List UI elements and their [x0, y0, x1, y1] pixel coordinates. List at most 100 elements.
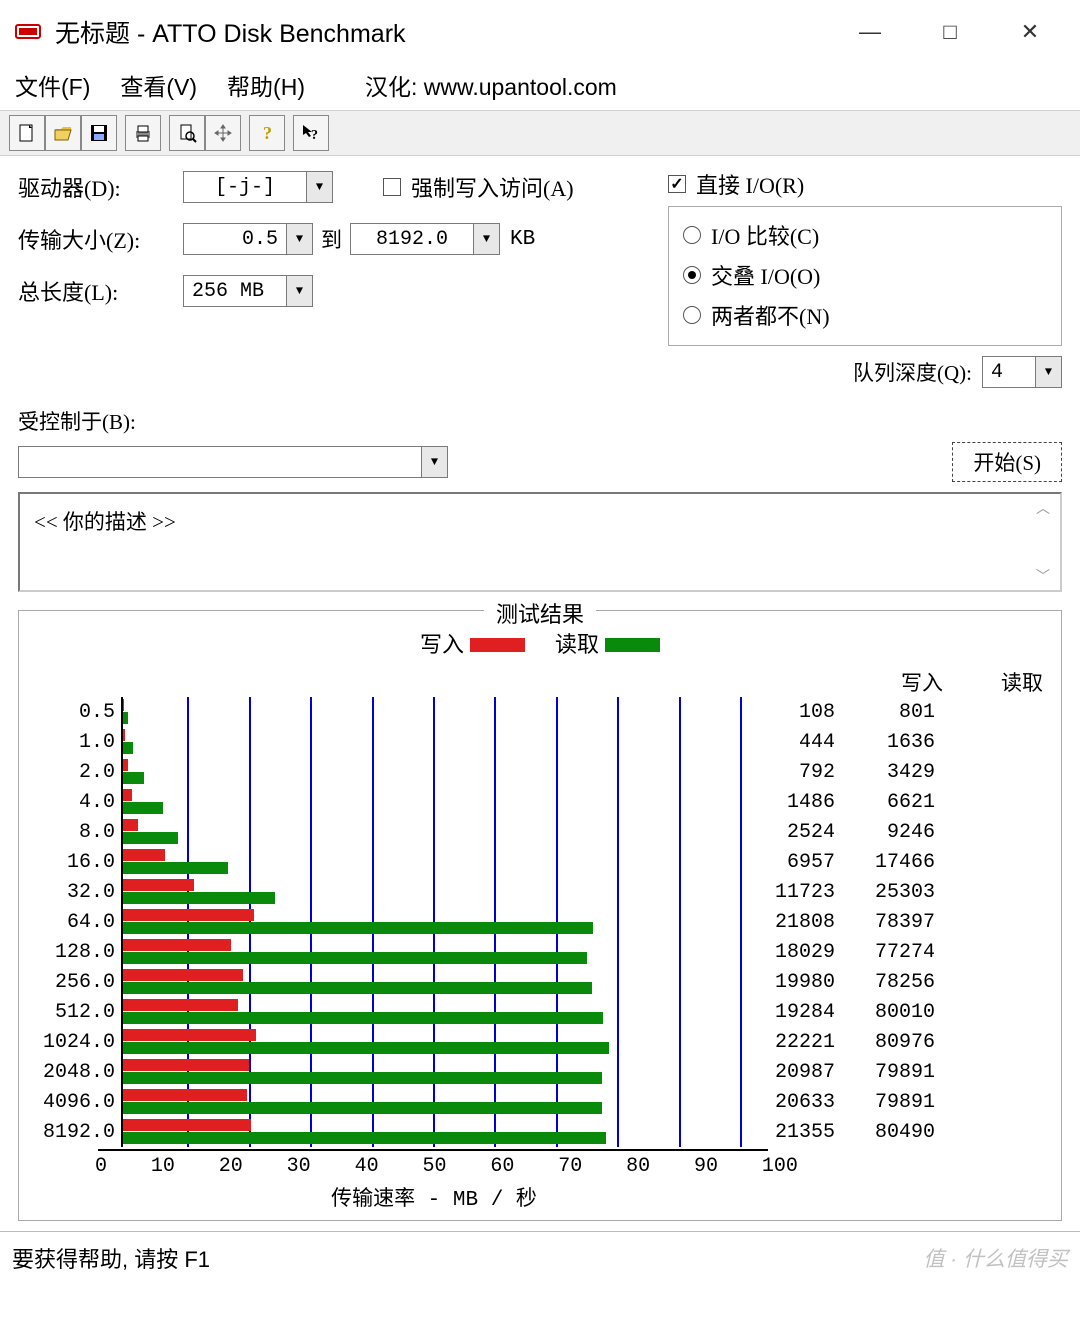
write-bar: [123, 699, 124, 711]
chart-row: 4.0 14866621: [29, 787, 1051, 817]
save-button[interactable]: [81, 115, 117, 151]
close-button[interactable]: ✕: [1015, 17, 1045, 47]
drive-label: 驱动器(D):: [18, 171, 183, 203]
write-bar: [123, 759, 128, 771]
bar-cell: [121, 967, 735, 997]
maximize-button[interactable]: □: [935, 17, 965, 47]
write-bar: [123, 729, 125, 741]
new-button[interactable]: [9, 115, 45, 151]
write-value: 792: [735, 761, 835, 784]
direct-io-checkbox[interactable]: ✓直接 I/O(R): [668, 168, 804, 200]
write-value: 21355: [735, 1121, 835, 1144]
x-tick: 10: [151, 1155, 175, 1178]
x-tick: 40: [355, 1155, 379, 1178]
read-value: 1636: [835, 731, 935, 754]
description-input[interactable]: << 你的描述 >> ︿﹀: [18, 492, 1062, 592]
bar-cell: [121, 1117, 735, 1147]
bar-cell: [121, 1027, 735, 1057]
write-bar: [123, 789, 132, 801]
read-bar: [123, 1102, 602, 1114]
context-help-button[interactable]: ?: [293, 115, 329, 151]
force-write-checkbox[interactable]: 强制写入访问(A): [383, 171, 574, 203]
chart-row: 32.01172325303: [29, 877, 1051, 907]
write-bar: [123, 909, 254, 921]
print-button[interactable]: [125, 115, 161, 151]
chart-row: 8.025249246: [29, 817, 1051, 847]
minimize-button[interactable]: ―: [855, 17, 885, 47]
read-value: 6621: [835, 791, 935, 814]
open-button[interactable]: [45, 115, 81, 151]
overlapped-io-radio[interactable]: 交叠 I/O(O): [683, 259, 820, 291]
read-bar: [123, 982, 592, 994]
read-bar: [123, 712, 128, 724]
menubar: 文件(F) 查看(V) 帮助(H) 汉化: www.upantool.com: [0, 60, 1080, 110]
bar-cell: [121, 877, 735, 907]
neither-radio[interactable]: 两者都不(N): [683, 299, 830, 331]
x-tick: 80: [626, 1155, 650, 1178]
read-value: 801: [835, 701, 935, 724]
io-mode-group: I/O 比较(C) 交叠 I/O(O) 两者都不(N): [668, 206, 1062, 346]
length-select[interactable]: 256 MB▼: [183, 275, 313, 307]
scroll-arrows[interactable]: ︿﹀: [1036, 498, 1056, 586]
read-value: 80010: [835, 1001, 935, 1024]
row-size: 4.0: [29, 791, 121, 814]
read-bar: [123, 832, 178, 844]
preview-button[interactable]: [169, 115, 205, 151]
transfer-size-label: 传输大小(Z):: [18, 223, 183, 255]
x-tick: 60: [490, 1155, 514, 1178]
chart-row: 256.01998078256: [29, 967, 1051, 997]
transfer-from-select[interactable]: 0.5▼: [183, 223, 313, 255]
x-axis-label: 传输速率 - MB / 秒: [127, 1182, 741, 1212]
queue-depth-select[interactable]: 4▼: [982, 356, 1062, 388]
write-value: 19284: [735, 1001, 835, 1024]
write-value: 21808: [735, 911, 835, 934]
drive-select[interactable]: [-j-]▼: [183, 171, 333, 203]
row-size: 0.5: [29, 701, 121, 724]
bar-cell: [121, 937, 735, 967]
svg-text:?: ?: [311, 128, 318, 143]
help-button[interactable]: ?: [249, 115, 285, 151]
legend-read-swatch: [605, 638, 660, 652]
bar-cell: [121, 697, 735, 727]
results-header: 写入 读取: [29, 667, 1051, 697]
x-tick: 50: [422, 1155, 446, 1178]
chart-row: 128.01802977274: [29, 937, 1051, 967]
write-value: 22221: [735, 1031, 835, 1054]
write-value: 20633: [735, 1091, 835, 1114]
move-button[interactable]: [205, 115, 241, 151]
io-compare-radio[interactable]: I/O 比较(C): [683, 219, 819, 251]
transfer-to-select[interactable]: 8192.0▼: [350, 223, 500, 255]
write-bar: [123, 1119, 251, 1131]
row-size: 1024.0: [29, 1031, 121, 1054]
read-value: 80976: [835, 1031, 935, 1054]
read-bar: [123, 802, 163, 814]
start-button[interactable]: 开始(S): [952, 442, 1062, 482]
read-bar: [123, 862, 228, 874]
read-bar: [123, 1042, 609, 1054]
menu-file[interactable]: 文件(F): [15, 68, 90, 102]
menu-help[interactable]: 帮助(H): [227, 68, 305, 102]
results-panel: 测试结果 写入 读取 写入 读取 0.51088011.044416362.07…: [18, 610, 1062, 1221]
row-size: 16.0: [29, 851, 121, 874]
menu-view[interactable]: 查看(V): [120, 68, 197, 102]
chart-row: 16.0695717466: [29, 847, 1051, 877]
read-bar: [123, 772, 144, 784]
write-value: 1486: [735, 791, 835, 814]
write-bar: [123, 1029, 256, 1041]
bar-cell: [121, 1057, 735, 1087]
titlebar: 无标题 - ATTO Disk Benchmark ― □ ✕: [0, 0, 1080, 60]
x-tick: 20: [219, 1155, 243, 1178]
row-size: 256.0: [29, 971, 121, 994]
read-value: 80490: [835, 1121, 935, 1144]
write-bar: [123, 879, 194, 891]
menu-credit: 汉化: www.upantool.com: [365, 68, 617, 102]
read-bar: [123, 1072, 602, 1084]
chart-row: 64.02180878397: [29, 907, 1051, 937]
results-chart: 0.51088011.044416362.079234294.014866621…: [29, 697, 1051, 1212]
read-bar: [123, 1132, 606, 1144]
read-bar: [123, 1012, 603, 1024]
controlled-by-label: 受控制于(B):: [18, 406, 1062, 436]
bar-cell: [121, 847, 735, 877]
controlled-by-select[interactable]: ▼: [18, 446, 448, 478]
unit-label: KB: [510, 228, 535, 251]
